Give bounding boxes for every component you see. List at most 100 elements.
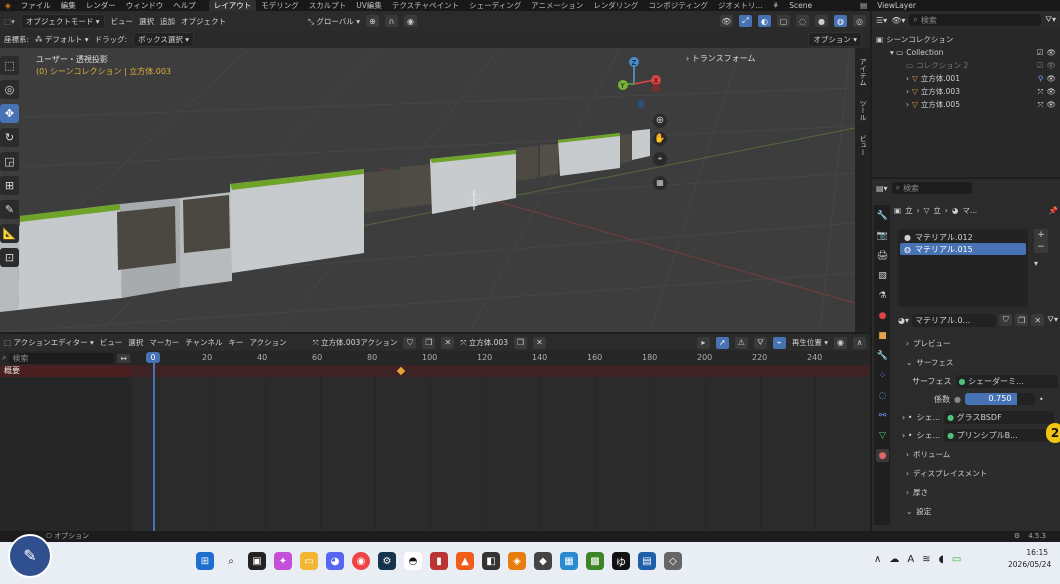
minecraft-icon[interactable]: ▩ (586, 552, 604, 570)
surface-section[interactable]: ⌄ サーフェス (898, 353, 1058, 371)
workspace-tab-geometry[interactable]: ジオメトリ... (713, 0, 768, 11)
outliner-item-cube-003[interactable]: › ▽ 立方体.003 ⤧ 👁 (876, 85, 1056, 98)
menu-window[interactable]: ウィンドウ (121, 0, 169, 11)
eye-icon[interactable]: 👁 (1046, 61, 1056, 70)
eye-icon[interactable]: 👁 (1046, 87, 1056, 96)
fake-user-material-icon[interactable]: ⛉ (999, 314, 1013, 326)
sidebar-tab-view[interactable]: ビュー (858, 135, 868, 156)
game-app-icon[interactable]: ◓ (404, 552, 422, 570)
physics-tab-icon[interactable]: ◌ (876, 389, 889, 402)
pivot-dropdown[interactable]: ⁂ デフォルト ▾ (35, 34, 89, 45)
app-yukkuri-icon[interactable]: ゆ (612, 552, 630, 570)
transform-tool-icon[interactable]: ⊞ (0, 176, 19, 195)
editor-type-icon[interactable]: ⬚▾ (4, 17, 15, 26)
frame-ruler[interactable]: 20 40 60 80 100 120 140 160 180 200 220 240 (132, 351, 870, 365)
action-selector[interactable]: ⤧ 立方体.003アクション (313, 337, 398, 348)
outliner-item-cube-001[interactable]: › ▽ 立方体.001 ⚲ 👁 (876, 72, 1056, 85)
camera-view-icon[interactable]: ⌖ (653, 152, 667, 166)
visibility-icon[interactable]: 👁 (720, 15, 733, 27)
material-name-field[interactable]: マテリアル.0... (912, 313, 997, 327)
expand-icon[interactable]: › • (902, 413, 912, 422)
taskbar-clock[interactable]: 16:15 2026/05/24 (1008, 548, 1051, 569)
outliner-item-collection-2[interactable]: ▭ コレクション 2 ☑ 👁 (876, 59, 1056, 72)
blender-taskbar-icon[interactable]: ◈ (508, 552, 526, 570)
particles-tab-icon[interactable]: ⁘ (876, 369, 889, 382)
duplicate-material-icon[interactable]: ❐ (1015, 314, 1029, 326)
pan-hand-icon[interactable]: ✋ (653, 132, 667, 146)
shader2-field[interactable]: ● プリンシプルB... (944, 428, 1054, 442)
curve-ae-icon[interactable]: ∧ (853, 336, 866, 349)
menu-object[interactable]: オブジェクト (181, 16, 226, 27)
scene-icon[interactable]: ⚘ (768, 1, 785, 10)
workspace-tab-uv[interactable]: UV編集 (351, 0, 387, 11)
channel-search-input[interactable]: 検索 (9, 352, 115, 364)
annotate-tool-icon[interactable]: ✎ (0, 200, 19, 219)
surface-shader-field[interactable]: ● シェーダーミ... (955, 374, 1058, 388)
unlink-action-icon[interactable]: ✕ (441, 336, 455, 349)
errors-only-icon[interactable]: ⚠ (734, 336, 748, 349)
file-explorer-icon[interactable]: ▭ (300, 552, 318, 570)
add-slot-button[interactable]: + (1034, 229, 1048, 241)
thickness-section[interactable]: › 厚さ (898, 483, 1058, 501)
scene-tab-icon[interactable]: ⚗ (876, 289, 889, 302)
expand-icon[interactable]: › (906, 100, 909, 109)
current-frame-marker[interactable]: 0 (146, 352, 160, 363)
outliner-scene-collection[interactable]: ▣ シーンコレクション (876, 33, 1056, 46)
expand-icon[interactable]: › (906, 87, 909, 96)
tray-volume-icon[interactable]: ◖ (939, 554, 944, 565)
workspace-tab-compositing[interactable]: コンポジティング (643, 0, 713, 11)
world-tab-icon[interactable]: ● (876, 309, 889, 322)
summary-channel[interactable]: 概要 (0, 365, 132, 377)
checkbox-icon[interactable]: ☑ (1037, 61, 1044, 70)
workspace-tab-layout[interactable]: レイアウト (208, 0, 257, 11)
properties-search-input[interactable]: ⌕ 検索 (891, 182, 972, 194)
menu-select-ae[interactable]: 選択 (128, 337, 143, 348)
add-cube-tool-icon[interactable]: ⊡ (0, 248, 19, 267)
transform-orientation-dropdown[interactable]: ⤡ グローバル ▾ (308, 16, 360, 27)
shading-rendered-icon[interactable]: ◎ (853, 15, 866, 27)
material-tab-icon[interactable]: ● (876, 449, 889, 462)
preview-section[interactable]: › プレビュー (898, 334, 1058, 352)
view-layer-tab-icon[interactable]: ▧ (876, 269, 889, 282)
auto-snap-icon[interactable]: ⌁ (772, 336, 786, 349)
fake-user-icon[interactable]: ⛉ (403, 336, 417, 349)
properties-editor-icon[interactable]: ▤▾ (876, 184, 888, 193)
workspace-tab-texture-paint[interactable]: テクスチャペイント (387, 0, 464, 11)
copilot-icon[interactable]: ✦ (274, 552, 292, 570)
app-orange-icon[interactable]: ▲ (456, 552, 474, 570)
drag-dropdown[interactable]: ボックス選択 ▾ (133, 32, 195, 47)
perspective-grid-icon[interactable]: ▦ (653, 176, 667, 190)
outliner-collection[interactable]: ▾ ▭ Collection ☑ 👁 (876, 46, 1056, 59)
app-photos-icon[interactable]: ▦ (560, 552, 578, 570)
scene-name[interactable]: Scene (784, 1, 817, 10)
expand-icon[interactable]: › • (902, 431, 912, 440)
keyframe-dot-icon[interactable]: • (1039, 395, 1044, 404)
data-tab-icon[interactable]: ▽ (876, 429, 889, 442)
sidebar-tab-tool[interactable]: ツール (858, 100, 868, 121)
app-image-icon[interactable]: ▤ (638, 552, 656, 570)
object-mode-dropdown[interactable]: オブジェクトモード ▾ (20, 13, 105, 29)
material-slot-0[interactable]: ● マテリアル.012 (900, 231, 1026, 243)
chrome-icon[interactable]: ◉ (352, 552, 370, 570)
settings-section[interactable]: ⌄ 設定 (898, 502, 1058, 520)
outliner-search-input[interactable]: ⌕ 検索 (909, 14, 1042, 26)
app-red-icon[interactable]: ▮ (430, 552, 448, 570)
snap-icon[interactable]: ∩ (385, 15, 398, 27)
navigation-gizmo[interactable]: Z X Y (612, 52, 672, 112)
menu-render[interactable]: レンダー (81, 0, 121, 11)
timeline-area[interactable]: 20 40 60 80 100 120 140 160 180 200 220 240 0 (132, 351, 870, 531)
unlink-material-icon[interactable]: ✕ (1031, 314, 1045, 326)
workspace-tab-shading[interactable]: シェーディング (464, 0, 526, 11)
cursor-tool-icon[interactable]: ◎ (0, 80, 19, 99)
transform-panel-header[interactable]: › トランスフォーム (686, 53, 755, 64)
menu-marker[interactable]: マーカー (149, 337, 179, 348)
modifier-tab-icon[interactable]: 🔧 (876, 349, 889, 362)
workspace-tab-rendering[interactable]: レンダリング (588, 0, 643, 11)
menu-view[interactable]: ビュー (111, 16, 134, 27)
menu-add[interactable]: 追加 (160, 16, 175, 27)
menu-help[interactable]: ヘルプ (168, 0, 201, 11)
app-cube-icon[interactable]: ◇ (664, 552, 682, 570)
tray-wifi-icon[interactable]: ≋ (922, 554, 930, 565)
eye-icon[interactable]: 👁 (1046, 74, 1056, 83)
proportional-edit-icon[interactable]: ◉ (404, 15, 417, 27)
